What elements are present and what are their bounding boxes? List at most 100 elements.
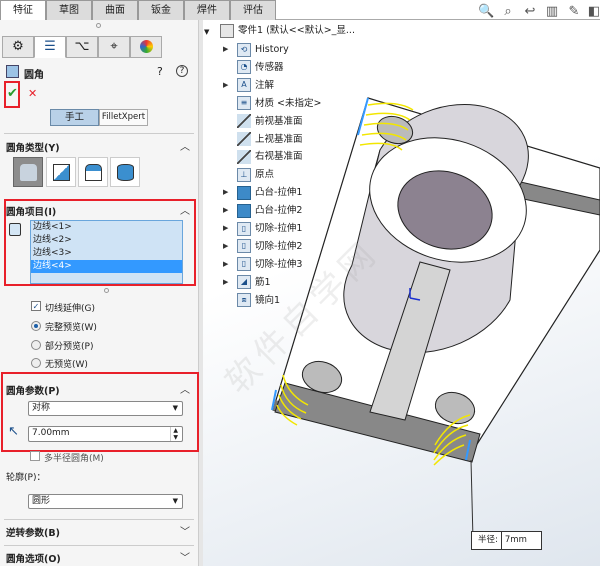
configuration-manager-tab[interactable]: ⌥ — [66, 36, 98, 58]
tree-item-label: 镜向1 — [255, 294, 281, 306]
cancel-button[interactable]: ✕ — [28, 87, 37, 100]
reverse-params-title[interactable]: 逆转参数(B) — [6, 525, 60, 539]
tree-item[interactable]: ▶ ▯ 切除-拉伸2 — [223, 238, 302, 255]
property-manager-tab[interactable]: ☰ — [34, 36, 66, 58]
collapse-chevron-icon[interactable]: ︿ — [180, 202, 190, 217]
tree-item[interactable]: 上视基准面 — [237, 131, 303, 148]
face-fillet-button[interactable] — [78, 157, 108, 187]
tree-item[interactable]: ◔ 传感器 — [237, 59, 284, 76]
filletxpert-mode-button[interactable]: FilletXpert — [99, 109, 148, 126]
tangent-propagation-checkbox[interactable]: ✓ — [31, 301, 41, 311]
partial-preview-radio[interactable] — [31, 340, 41, 350]
list-item[interactable]: 边线<1> — [31, 221, 182, 234]
plane-icon — [237, 132, 251, 146]
cut-extrude-icon: ▯ — [237, 221, 251, 236]
full-round-fillet-button[interactable] — [110, 157, 140, 187]
tangent-propagation-label: 切线延伸(G) — [45, 304, 95, 314]
radius-input[interactable]: 7.00mm ▲ ▼ — [28, 426, 183, 442]
section-view-icon[interactable]: ▥ — [544, 4, 560, 20]
tree-item[interactable]: 前视基准面 — [237, 113, 303, 130]
tab-weldments[interactable]: 焊件 — [184, 0, 230, 20]
ok-button[interactable]: ✔ — [7, 86, 18, 101]
fillet-type-title: 圆角类型(Y) — [6, 143, 60, 154]
expand-arrow-icon[interactable]: ▶ — [223, 274, 228, 291]
variable-size-fillet-button[interactable] — [46, 157, 76, 187]
expand-arrow-icon[interactable]: ▶ — [223, 256, 228, 273]
expand-arrow-icon[interactable]: ▶ — [223, 77, 228, 94]
fillet-items-list[interactable]: 边线<1> 边线<2> 边线<3> 边线<4> — [30, 220, 183, 284]
color-wheel-icon — [139, 40, 153, 53]
view-orientation-icon[interactable]: ◧ — [586, 4, 600, 20]
expand-chevron-icon[interactable]: ﹀ — [180, 549, 190, 564]
crosshair-icon: ⌖ — [110, 39, 118, 54]
help-whats-wrong-icon[interactable]: ? — [157, 65, 163, 78]
tab-evaluate[interactable]: 评估 — [230, 0, 276, 20]
expand-arrow-icon[interactable]: ▶ — [223, 202, 228, 219]
callout-value[interactable]: 7mm — [502, 532, 541, 549]
no-preview-radio[interactable] — [31, 358, 41, 368]
feature-manager-tab[interactable]: ⚙ — [2, 36, 34, 58]
feature-tree-icon: ⚙ — [12, 39, 24, 54]
tab-sheet-metal[interactable]: 钣金 — [138, 0, 184, 20]
expand-arrow-icon[interactable]: ▶ — [223, 41, 228, 58]
tab-sketch[interactable]: 草图 — [46, 0, 92, 20]
expand-chevron-icon[interactable]: ﹀ — [180, 523, 190, 538]
full-preview-radio[interactable] — [31, 321, 41, 331]
tree-item[interactable]: ▶ A 注解 — [223, 77, 274, 94]
variable-fillet-icon — [53, 164, 70, 181]
tree-item[interactable]: ⊥ 原点 — [237, 166, 274, 183]
tree-item[interactable]: ▶ ◢ 筋1 — [223, 274, 271, 291]
radius-callout[interactable]: 半径: 7mm — [471, 531, 542, 550]
list-resize-handle[interactable] — [104, 288, 109, 293]
help-icon[interactable]: ? — [176, 65, 188, 77]
fillet-method-select[interactable]: 对称 ▼ — [28, 401, 183, 416]
radius-icon: ↖ — [8, 424, 19, 439]
fillet-options-title[interactable]: 圆角选项(O) — [6, 551, 61, 565]
previous-view-icon[interactable]: ↩ — [522, 4, 538, 20]
zoom-to-fit-icon[interactable]: 🔍 — [478, 4, 494, 20]
boss-extrude-icon — [237, 203, 251, 218]
dimxpert-tab[interactable]: ⌖ — [98, 36, 130, 58]
tree-item[interactable]: ▶ ▯ 切除-拉伸1 — [223, 220, 302, 237]
cut-extrude-icon: ▯ — [237, 239, 251, 254]
tree-item[interactable]: 右视基准面 — [237, 148, 303, 165]
zoom-to-area-icon[interactable]: ⌕ — [500, 4, 516, 20]
tab-features[interactable]: 特征 — [0, 0, 46, 20]
splitter-handle[interactable] — [96, 23, 101, 28]
tree-item-label: 凸台-拉伸2 — [255, 205, 303, 217]
expand-arrow-icon[interactable]: ▶ — [223, 220, 228, 237]
collapse-arrow-icon[interactable]: ▼ — [204, 28, 209, 36]
list-item-selected[interactable]: 边线<4> — [31, 260, 182, 273]
constant-size-fillet-button[interactable] — [13, 157, 43, 187]
display-manager-tab[interactable] — [130, 36, 162, 58]
collapse-chevron-icon[interactable]: ︿ — [180, 138, 190, 153]
profile-select[interactable]: 圆形 ▼ — [28, 494, 183, 509]
constant-fillet-icon — [20, 164, 37, 181]
tree-item[interactable]: ▶ 凸台-拉伸2 — [223, 202, 303, 219]
tree-item-label: 前视基准面 — [255, 115, 303, 127]
spin-buttons[interactable]: ▲ ▼ — [170, 427, 178, 441]
tree-item-label: 右视基准面 — [255, 151, 303, 163]
partial-preview-label: 部分预览(P) — [45, 342, 94, 352]
panel-title: 圆角 — [24, 70, 44, 81]
tree-item[interactable]: ≡ 材质 <未指定> — [237, 95, 321, 112]
list-item[interactable]: 边线<3> — [31, 247, 182, 260]
dynamic-annotation-icon[interactable]: ✎ — [566, 4, 582, 20]
tree-item[interactable]: ⧈ 镜向1 — [237, 292, 280, 309]
tree-root[interactable]: 零件1 (默认<<默认>_显... — [220, 22, 355, 39]
expand-arrow-icon[interactable]: ▶ — [223, 184, 228, 201]
list-item[interactable]: 边线<2> — [31, 234, 182, 247]
fillet-feature-icon — [6, 65, 19, 78]
tree-item[interactable]: ▶ 凸台-拉伸1 — [223, 184, 302, 201]
tree-item-label: 材质 <未指定> — [255, 97, 322, 109]
tree-item-label: 上视基准面 — [255, 133, 303, 145]
manual-mode-button[interactable]: 手工 — [50, 109, 99, 126]
tree-item[interactable]: ▶ ⟲ History — [223, 41, 289, 58]
tree-item[interactable]: ▶ ▯ 切除-拉伸3 — [223, 256, 302, 273]
collapse-chevron-icon[interactable]: ︿ — [180, 381, 190, 396]
tab-surfaces[interactable]: 曲面 — [92, 0, 138, 20]
multi-radius-checkbox[interactable] — [30, 451, 40, 461]
tree-item-label: 筋1 — [255, 276, 271, 288]
expand-arrow-icon[interactable]: ▶ — [223, 238, 228, 255]
edge-selection-icon — [9, 223, 21, 236]
